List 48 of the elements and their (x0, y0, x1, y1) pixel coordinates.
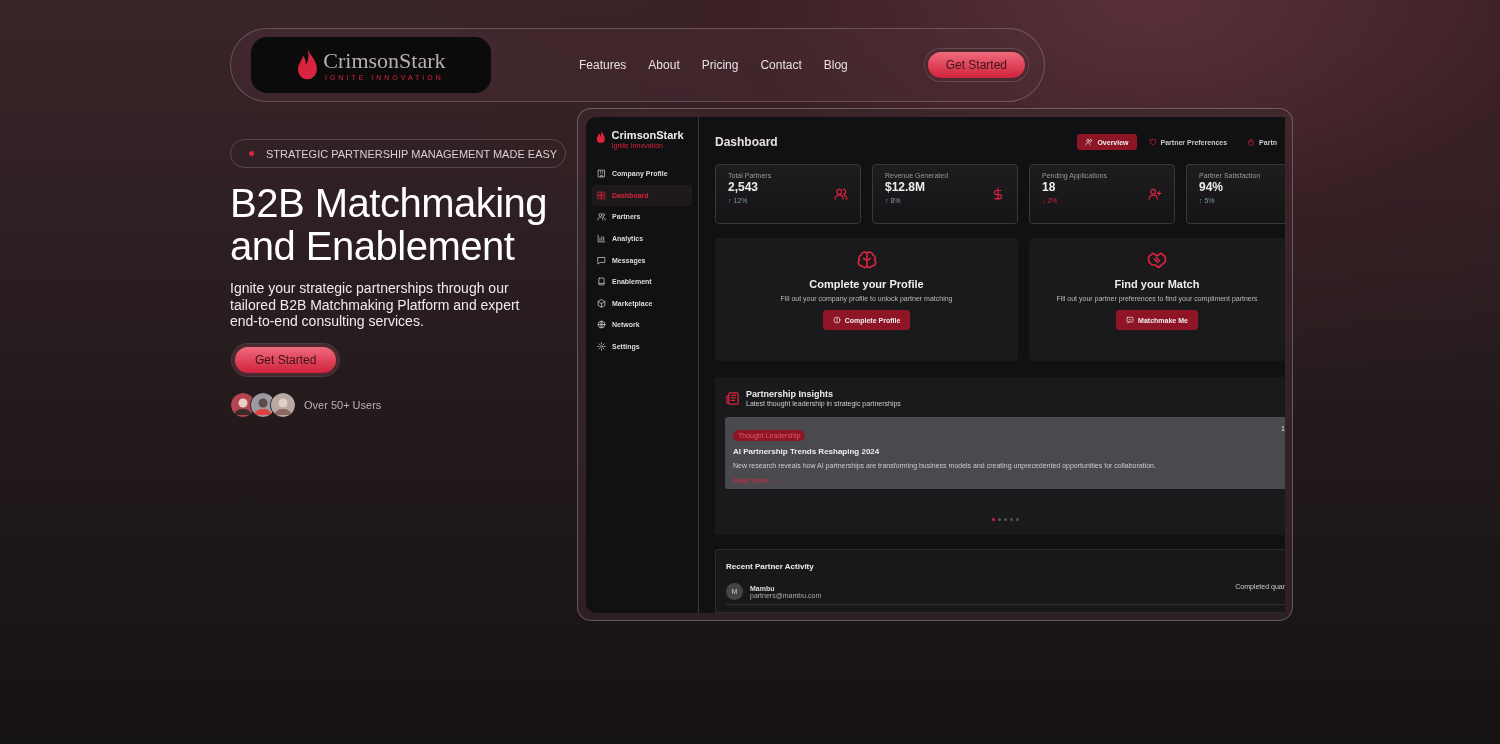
article-title: AI Partnership Trends Reshaping 2024 (733, 447, 881, 456)
nav-link[interactable]: About (648, 58, 680, 72)
carousel-dot[interactable] (1009, 518, 1013, 521)
shield-icon (1148, 138, 1157, 146)
brain-icon (856, 250, 877, 270)
logo-name: CrimsonStark (323, 49, 446, 72)
nav-link[interactable]: Blog (823, 58, 848, 72)
get-started-button[interactable]: Get Started (232, 343, 340, 376)
newspaper-icon (725, 390, 740, 406)
people-icon (834, 187, 848, 201)
page-title: Dashboard (715, 135, 778, 149)
avatar (270, 391, 296, 418)
card-title: Find your Match (1114, 278, 1200, 290)
dollar-icon (991, 187, 1005, 201)
flame-icon (596, 129, 606, 145)
stat-value: 94% (1199, 180, 1224, 194)
stat-value: 18 (1042, 180, 1056, 194)
badge-text: STRATEGIC PARTNERSHIP MANAGEMENT MADE EASY (266, 147, 558, 160)
nav-link[interactable]: Contact (760, 58, 802, 72)
chat-icon (597, 255, 606, 265)
bar-chart-icon (597, 234, 606, 244)
people-icon (1085, 138, 1094, 146)
card-title: Complete your Profile (809, 278, 924, 290)
user-plus-icon (1148, 187, 1162, 201)
section-title: Recent Partner Activity (726, 562, 815, 571)
people-icon (597, 212, 606, 222)
stat-value: 2,543 (728, 180, 759, 194)
cube-icon (597, 298, 606, 308)
brand-name: CrimsonStark (611, 129, 684, 141)
lock-icon (1247, 138, 1256, 146)
carousel-dot[interactable] (1003, 518, 1007, 521)
article-card[interactable] (725, 417, 1285, 489)
book-icon (597, 277, 606, 287)
stat-value: $12.8M (885, 180, 926, 194)
hero-description: Ignite your strategic partnerships through our tailored B2B Matchmaking Platform and expert end-to-end consulting services. (230, 280, 521, 330)
globe-icon (597, 320, 606, 330)
nav-link[interactable]: Features (579, 58, 627, 72)
grid-icon (597, 190, 606, 200)
building-icon (597, 169, 606, 179)
carousel-dot[interactable] (1015, 518, 1019, 521)
carousel-dot[interactable] (991, 518, 995, 521)
section-title: Partnership Insights (746, 389, 835, 399)
hero-heading: B2B Matchmaking and Enablement (230, 182, 549, 268)
users-count: Over 50+ Users (304, 398, 382, 411)
carousel-dot[interactable] (997, 518, 1001, 521)
nav-link[interactable]: Pricing (701, 58, 739, 72)
dot-icon (249, 151, 254, 156)
get-started-button[interactable]: Get Started (924, 49, 1028, 81)
